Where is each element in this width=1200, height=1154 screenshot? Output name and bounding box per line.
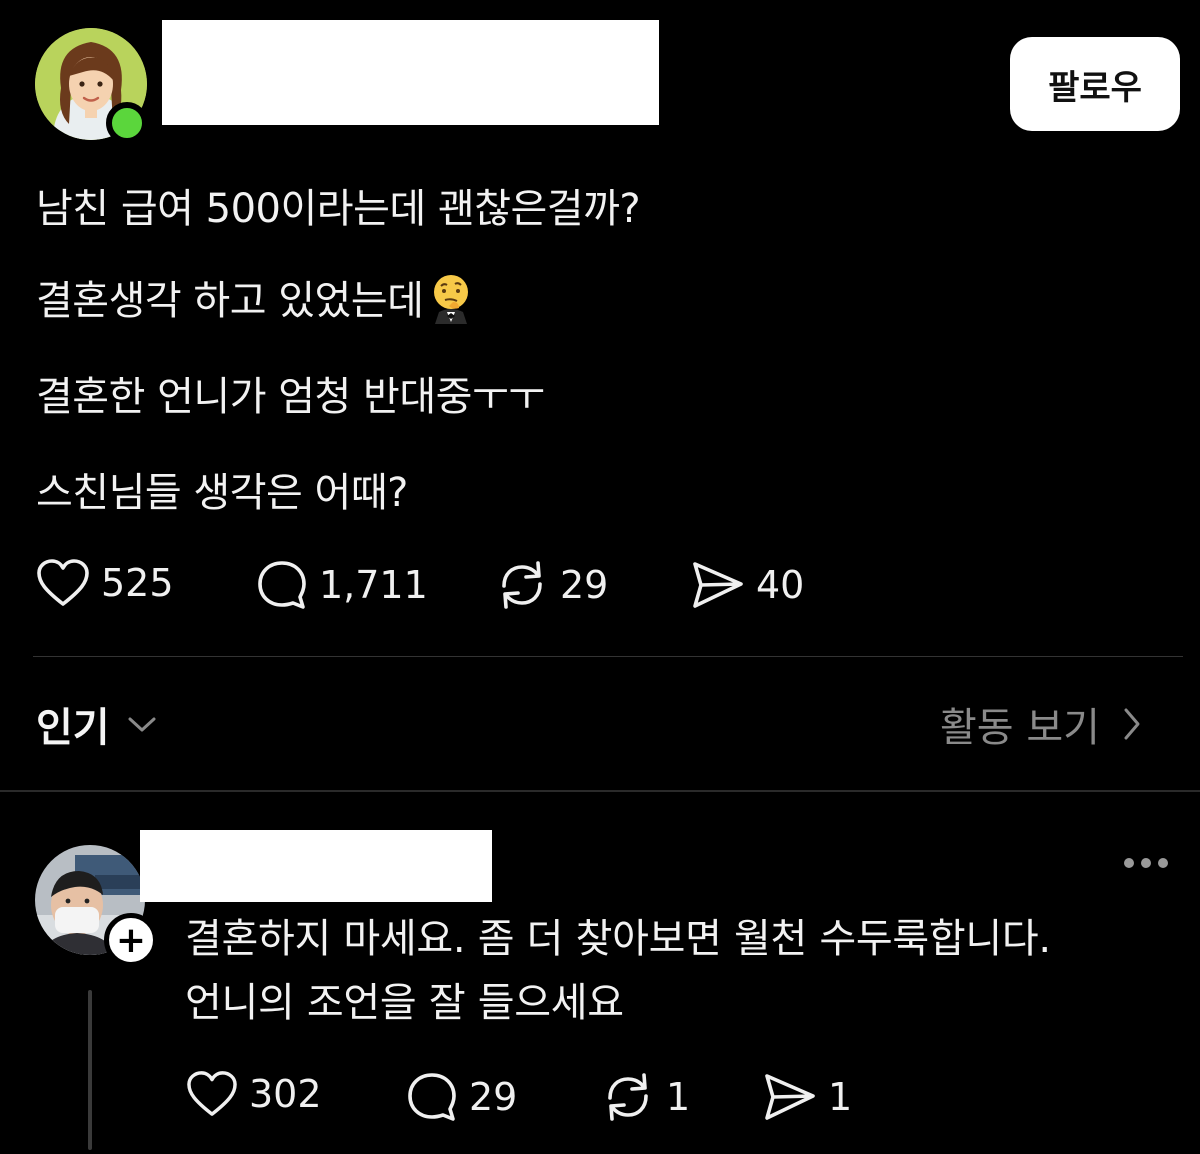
threads-post-page: 팔로우 남친 급여 500이라는데 괜찮은걸까? 결혼생각 하고 있었는데 결혼… — [0, 0, 1200, 1154]
comment-button[interactable]: 1,711 — [255, 558, 428, 612]
reply-comment-button[interactable]: 29 — [405, 1070, 517, 1124]
like-button[interactable]: 525 — [35, 558, 174, 608]
reply-share-count: 1 — [828, 1075, 853, 1119]
sort-dropdown[interactable]: 인기 — [36, 695, 158, 753]
section-divider — [0, 790, 1200, 792]
stats-divider — [33, 656, 1183, 657]
online-status-dot — [106, 102, 148, 144]
follow-button[interactable]: 팔로우 — [1010, 37, 1180, 131]
heart-icon — [187, 1071, 237, 1116]
post-text-line-2: 결혼생각 하고 있었는데 — [36, 278, 424, 324]
chevron-right-icon — [1124, 708, 1140, 740]
reply-text-line-2: 언니의 조언을 잘 들으세요 — [185, 980, 624, 1026]
comment-count: 1,711 — [319, 563, 428, 607]
repost-count: 29 — [560, 563, 609, 607]
reply-repost-count: 1 — [666, 1075, 691, 1119]
share-count: 40 — [756, 563, 805, 607]
author-name-redacted — [162, 20, 659, 125]
reply-text-line-1: 결혼하지 마세요. 좀 더 찾아보면 월천 수두룩합니다. — [185, 916, 1051, 962]
repost-button[interactable]: 29 — [494, 558, 608, 612]
repost-icon — [502, 561, 542, 609]
reply-author-name-redacted — [140, 830, 492, 902]
like-count: 525 — [101, 561, 174, 605]
thread-connector-line — [88, 990, 92, 1150]
reply-share-button[interactable]: 1 — [762, 1070, 852, 1124]
reply-like-count: 302 — [249, 1072, 322, 1116]
view-activity-link[interactable]: 활동 보기 — [940, 695, 1142, 753]
reply-comment-count: 29 — [469, 1075, 518, 1119]
repost-icon — [608, 1073, 648, 1121]
heart-icon — [37, 559, 89, 606]
chevron-down-icon — [128, 717, 156, 732]
post-text-line-4: 스친님들 생각은 어때? — [36, 470, 408, 516]
post-text-line-3: 결혼한 언니가 엄청 반대중ㅜㅜ — [36, 374, 545, 420]
post-text-line-2-wrap: 결혼생각 하고 있었는데 — [36, 268, 473, 326]
comment-bubble-icon — [408, 1073, 456, 1121]
sort-label-text: 인기 — [36, 705, 110, 751]
comment-bubble-icon — [258, 561, 306, 609]
reply-like-button[interactable]: 302 — [185, 1070, 322, 1118]
thinking-face-tuxedo-icon — [429, 272, 473, 324]
share-button[interactable]: 40 — [690, 558, 804, 612]
follow-plus-icon[interactable]: + — [104, 913, 158, 967]
post-text-line-1: 남친 급여 500이라는데 괜찮은걸까? — [36, 186, 641, 232]
more-options-icon[interactable] — [1124, 850, 1168, 876]
send-icon — [693, 562, 743, 608]
reply-repost-button[interactable]: 1 — [600, 1070, 690, 1124]
send-icon — [765, 1074, 815, 1120]
view-activity-label: 활동 보기 — [940, 705, 1100, 751]
